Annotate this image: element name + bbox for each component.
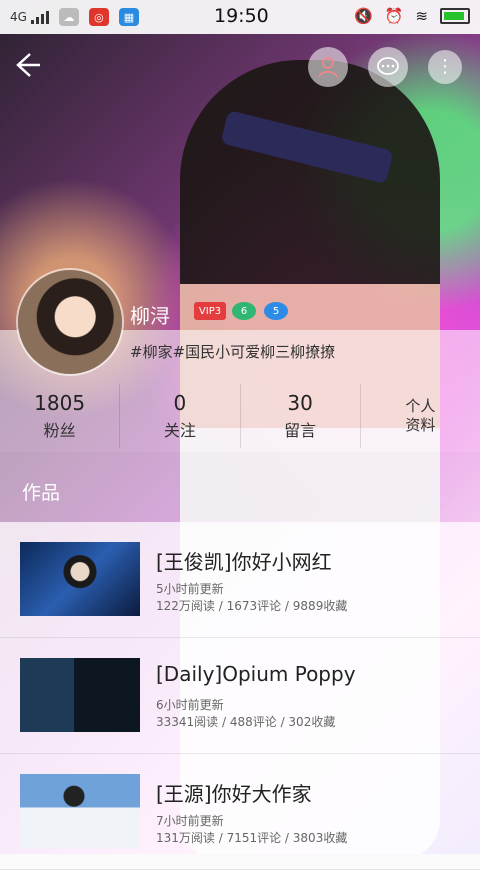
- wifi-icon: ≋: [415, 7, 428, 25]
- work-updated: 7小时前更新: [156, 814, 224, 828]
- works-list: [王俊凯]你好小网红 5小时前更新 122万阅读 / 1673评论 / 9889…: [0, 522, 480, 870]
- profile-stats: 1805 粉丝 0 关注 30 留言 个人 资料: [0, 384, 480, 448]
- author-badge: 5: [264, 302, 288, 320]
- vip-badge: VIP3: [194, 302, 226, 320]
- works-section-header: 作品: [0, 452, 480, 524]
- network-type: 4G: [10, 10, 27, 24]
- username: 柳浔: [130, 304, 170, 328]
- work-stats: 131万阅读 / 7151评论 / 3803收藏: [156, 831, 348, 845]
- level-badge: 6: [232, 302, 256, 320]
- stat-value: 0: [173, 391, 187, 415]
- stat-messages[interactable]: 30 留言: [241, 384, 361, 448]
- work-stats: 33341阅读 / 488评论 / 302收藏: [156, 715, 336, 729]
- notification-app-icon: ◎: [88, 8, 109, 26]
- back-arrow-icon[interactable]: [12, 50, 44, 82]
- message-button[interactable]: [368, 47, 408, 87]
- list-item[interactable]: [王源]你好大作家 7小时前更新 131万阅读 / 7151评论 / 3803收…: [0, 754, 480, 870]
- image-app-icon: ▦: [118, 8, 139, 26]
- profile-tags: #柳家#国民小可爱柳三柳撩撩: [130, 343, 336, 361]
- battery-icon: [440, 8, 470, 24]
- section-title: 作品: [22, 482, 61, 504]
- stat-label: 关注: [163, 421, 196, 440]
- stat-fans[interactable]: 1805 粉丝: [0, 384, 121, 448]
- work-title: [王俊凯]你好小网红: [156, 550, 332, 574]
- chat-bubble-icon: [377, 57, 399, 75]
- work-thumbnail: [20, 774, 140, 848]
- stat-value: 1805: [34, 391, 86, 415]
- list-item[interactable]: [Daily]Opium Poppy 6小时前更新 33341阅读 / 488评…: [0, 638, 480, 754]
- follow-user-button[interactable]: [308, 47, 348, 87]
- mute-icon: 🔇: [354, 7, 373, 25]
- more-vertical-icon: ⋮: [436, 56, 454, 77]
- work-title: [王源]你好大作家: [156, 782, 312, 806]
- work-thumbnail: [20, 658, 140, 732]
- work-updated: 5小时前更新: [156, 582, 224, 596]
- clock: 19:50: [214, 5, 269, 27]
- user-icon: [318, 57, 338, 78]
- work-title: [Daily]Opium Poppy: [156, 662, 356, 686]
- profile-info-line2: 资料: [405, 416, 436, 434]
- chat-app-icon: ☁: [58, 8, 79, 26]
- stat-following[interactable]: 0 关注: [120, 384, 241, 448]
- profile-info-link[interactable]: 个人 资料: [361, 384, 480, 448]
- signal-icon: [30, 10, 49, 24]
- list-item[interactable]: [王俊凯]你好小网红 5小时前更新 122万阅读 / 1673评论 / 9889…: [0, 522, 480, 638]
- work-stats: 122万阅读 / 1673评论 / 9889收藏: [156, 599, 348, 613]
- work-updated: 6小时前更新: [156, 698, 224, 712]
- profile-info-line1: 个人: [405, 397, 436, 415]
- alarm-icon: ⏰: [384, 7, 404, 25]
- more-options-button[interactable]: ⋮: [428, 50, 462, 84]
- stat-label: 留言: [284, 421, 317, 440]
- avatar[interactable]: [18, 270, 122, 374]
- work-thumbnail: [20, 542, 140, 616]
- status-bar: 4G ☁ ◎ ▦ 19:50 🔇 ⏰ ≋: [0, 0, 480, 34]
- stat-label: 粉丝: [43, 421, 76, 440]
- stat-value: 30: [287, 391, 313, 415]
